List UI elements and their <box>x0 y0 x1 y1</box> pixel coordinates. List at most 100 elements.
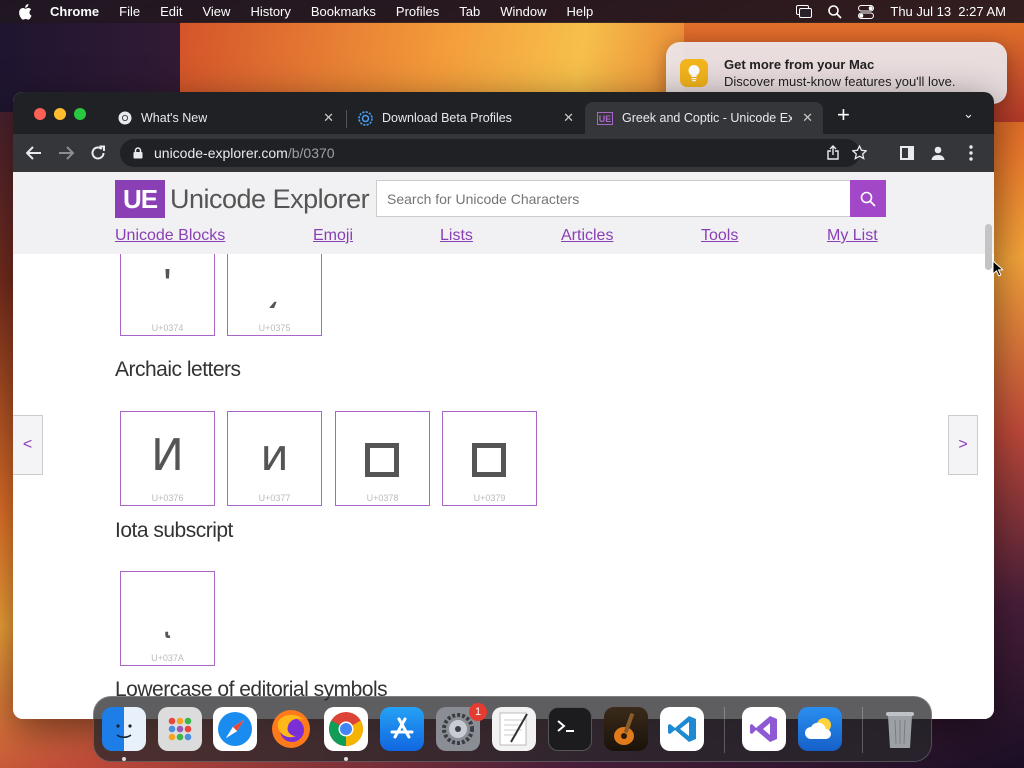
visual-studio-code-icon[interactable] <box>660 707 704 751</box>
site-header: UE Unicode Explorer Unicode Blocks Emoji… <box>13 172 994 254</box>
mouse-cursor-icon <box>992 260 1003 277</box>
profile-icon[interactable] <box>928 143 948 163</box>
close-icon[interactable]: ✕ <box>323 110 334 126</box>
firefox-icon[interactable] <box>269 707 313 751</box>
char-code: U+0375 <box>258 323 291 333</box>
section-title-archaic-letters: Archaic letters <box>115 358 241 381</box>
trash-icon[interactable] <box>878 707 922 751</box>
nav-lists[interactable]: Lists <box>440 227 473 245</box>
tab-search-chevron-down-icon[interactable]: ⌄ <box>963 106 974 122</box>
char-cell[interactable]: U+0379 <box>442 411 537 506</box>
tab-title: What's New <box>141 111 208 125</box>
scrollbar-thumb[interactable] <box>985 224 992 270</box>
side-panel-icon[interactable] <box>897 143 917 163</box>
search-input[interactable] <box>376 180 850 217</box>
bookmark-star-icon[interactable] <box>852 145 867 160</box>
dock-running-indicator <box>122 757 126 761</box>
menu-bookmarks[interactable]: Bookmarks <box>311 4 376 19</box>
tab-greek-and-coptic[interactable]: UE Greek and Coptic - Unicode Ex ✕ <box>585 102 823 134</box>
search-icon <box>860 191 876 207</box>
char-cell[interactable]: ͺ U+037A <box>120 571 215 666</box>
apple-icon[interactable] <box>18 3 32 20</box>
lock-icon[interactable] <box>133 147 143 159</box>
close-icon[interactable]: ✕ <box>563 110 574 126</box>
char-code: U+037A <box>151 653 184 663</box>
char-glyph: ͺ <box>160 590 175 639</box>
char-glyph: ʹ <box>163 260 172 309</box>
char-cell[interactable]: ͵ U+0375 <box>227 241 322 336</box>
char-glyph: Ͷ <box>151 431 184 480</box>
chrome-icon <box>118 111 132 125</box>
nav-emoji[interactable]: Emoji <box>313 227 353 245</box>
address-bar[interactable]: unicode-explorer.com/b/0370 <box>120 139 867 167</box>
back-arrow-icon[interactable] <box>24 143 44 163</box>
visual-studio-icon[interactable] <box>742 707 786 751</box>
char-glyph: ͵ <box>267 260 282 309</box>
tab-whats-new[interactable]: What's New ✕ <box>106 102 344 134</box>
textedit-icon[interactable] <box>492 707 536 751</box>
tab-download-beta-profiles[interactable]: Download Beta Profiles ✕ <box>346 102 584 134</box>
url-host: unicode-explorer.com <box>154 145 288 161</box>
menu-edit[interactable]: Edit <box>160 4 182 19</box>
menu-tab[interactable]: Tab <box>459 4 480 19</box>
spotlight-search-icon[interactable] <box>828 4 843 19</box>
search-button[interactable] <box>850 180 886 217</box>
dock-separator <box>862 707 863 753</box>
forward-arrow-icon[interactable] <box>56 143 76 163</box>
new-tab-icon[interactable]: + <box>837 104 850 126</box>
reload-icon[interactable] <box>88 143 108 163</box>
char-cell[interactable]: ͷ U+0377 <box>227 411 322 506</box>
browser-toolbar: unicode-explorer.com/b/0370 <box>13 134 994 172</box>
launchpad-icon[interactable] <box>158 707 202 751</box>
section-title-iota-subscript: Iota subscript <box>115 519 233 542</box>
dock-running-indicator <box>344 757 348 761</box>
control-center-icon[interactable] <box>858 4 875 19</box>
svg-text:UE: UE <box>599 114 612 124</box>
menu-profiles[interactable]: Profiles <box>396 4 439 19</box>
close-icon[interactable]: ✕ <box>802 110 813 126</box>
page-content: ʹ U+0374 ͵ U+0375 UE Unicode Explorer Un… <box>13 172 994 719</box>
notification-badge: 1 <box>469 703 487 721</box>
tab-title: Download Beta Profiles <box>382 111 512 125</box>
nav-tools[interactable]: Tools <box>701 227 738 245</box>
unicode-explorer-icon: UE <box>597 111 613 125</box>
site-logo-text[interactable]: Unicode Explorer <box>170 184 370 215</box>
garageband-icon[interactable] <box>604 707 648 751</box>
menu-chrome[interactable]: Chrome <box>50 4 99 19</box>
terminal-icon[interactable] <box>548 707 592 751</box>
menu-history[interactable]: History <box>250 4 290 19</box>
more-menu-icon[interactable] <box>961 143 981 163</box>
google-chrome-icon[interactable] <box>324 707 368 751</box>
char-code: U+0378 <box>366 493 399 503</box>
char-cell[interactable]: U+0378 <box>335 411 430 506</box>
menu-file[interactable]: File <box>119 4 140 19</box>
nav-my-list[interactable]: My List <box>827 227 878 245</box>
minimize-window-button[interactable] <box>54 108 66 120</box>
gear-icon <box>358 110 373 126</box>
nav-unicode-blocks[interactable]: Unicode Blocks <box>115 227 225 245</box>
notification-body: Discover must-know features you'll love. <box>724 74 956 89</box>
app-store-icon[interactable] <box>380 707 424 751</box>
prev-block-button[interactable]: < <box>13 415 43 475</box>
char-cell[interactable]: Ͷ U+0376 <box>120 411 215 506</box>
notification-title: Get more from your Mac <box>724 57 875 72</box>
menu-help[interactable]: Help <box>567 4 594 19</box>
finder-icon[interactable] <box>102 707 146 751</box>
close-window-button[interactable] <box>34 108 46 120</box>
dock: 1 <box>93 696 932 762</box>
menu-window[interactable]: Window <box>500 4 546 19</box>
url-path: /b/0370 <box>287 145 335 161</box>
nav-articles[interactable]: Articles <box>561 227 613 245</box>
menu-bar: Chrome File Edit View History Bookmarks … <box>0 0 1024 23</box>
menu-view[interactable]: View <box>202 4 230 19</box>
share-icon[interactable] <box>827 145 839 160</box>
char-cell[interactable]: ʹ U+0374 <box>120 241 215 336</box>
screen-mirroring-icon[interactable] <box>796 5 813 18</box>
safari-icon[interactable] <box>213 707 257 751</box>
next-block-button[interactable]: > <box>948 415 978 475</box>
menu-clock[interactable]: Thu Jul 13 2:27 AM <box>890 4 1006 19</box>
weather-icon[interactable] <box>798 707 842 751</box>
missing-glyph-icon <box>472 443 506 477</box>
site-logo[interactable]: UE <box>115 180 165 218</box>
zoom-window-button[interactable] <box>74 108 86 120</box>
